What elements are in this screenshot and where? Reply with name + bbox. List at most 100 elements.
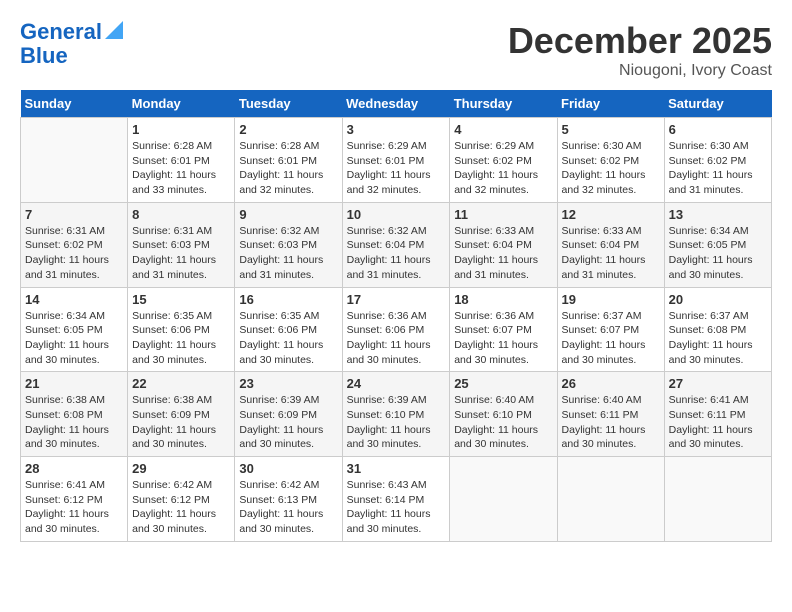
day-info: Sunrise: 6:36 AMSunset: 6:07 PMDaylight:…	[454, 309, 552, 368]
day-info: Sunrise: 6:29 AMSunset: 6:02 PMDaylight:…	[454, 139, 552, 198]
calendar-cell: 23 Sunrise: 6:39 AMSunset: 6:09 PMDayligh…	[235, 372, 342, 457]
day-number: 4	[454, 122, 552, 137]
day-number: 17	[347, 292, 446, 307]
calendar-cell: 27 Sunrise: 6:41 AMSunset: 6:11 PMDayligh…	[664, 372, 771, 457]
day-number: 23	[239, 376, 337, 391]
day-number: 13	[669, 207, 767, 222]
calendar-cell: 21Sunrise: 6:38 AMSunset: 6:08 PMDayligh…	[21, 372, 128, 457]
day-info: Sunrise: 6:28 AMSunset: 6:01 PMDaylight:…	[239, 139, 337, 198]
day-number: 6	[669, 122, 767, 137]
calendar-cell: 26 Sunrise: 6:40 AMSunset: 6:11 PMDayligh…	[557, 372, 664, 457]
day-info: Sunrise: 6:35 AMSunset: 6:06 PMDaylight:…	[239, 309, 337, 368]
calendar-cell: 14Sunrise: 6:34 AMSunset: 6:05 PMDayligh…	[21, 287, 128, 372]
calendar-cell: 1 Sunrise: 6:28 AMSunset: 6:01 PMDaylight…	[128, 118, 235, 203]
day-number: 3	[347, 122, 446, 137]
calendar-cell: 20Sunrise: 6:37 AMSunset: 6:08 PMDayligh…	[664, 287, 771, 372]
day-info: Sunrise: 6:28 AMSunset: 6:01 PMDaylight:…	[132, 139, 230, 198]
day-number: 24	[347, 376, 446, 391]
day-number: 1	[132, 122, 230, 137]
day-info: Sunrise: 6:31 AMSunset: 6:02 PMDaylight:…	[25, 224, 123, 283]
day-number: 11	[454, 207, 552, 222]
day-info: Sunrise: 6:34 AMSunset: 6:05 PMDaylight:…	[25, 309, 123, 368]
day-number: 16	[239, 292, 337, 307]
day-info: Sunrise: 6:32 AMSunset: 6:03 PMDaylight:…	[239, 224, 337, 283]
calendar-cell: 5 Sunrise: 6:30 AMSunset: 6:02 PMDaylight…	[557, 118, 664, 203]
calendar-cell: 11 Sunrise: 6:33 AMSunset: 6:04 PMDayligh…	[450, 202, 557, 287]
calendar-week-row: 28 Sunrise: 6:41 AMSunset: 6:12 PMDayligh…	[21, 457, 772, 542]
day-number: 5	[562, 122, 660, 137]
day-number: 21	[25, 376, 123, 391]
calendar-cell	[21, 118, 128, 203]
day-info: Sunrise: 6:33 AMSunset: 6:04 PMDaylight:…	[454, 224, 552, 283]
calendar-cell: 15 Sunrise: 6:35 AMSunset: 6:06 PMDayligh…	[128, 287, 235, 372]
day-info: Sunrise: 6:40 AMSunset: 6:10 PMDaylight:…	[454, 393, 552, 452]
calendar-header-thursday: Thursday	[450, 90, 557, 118]
day-number: 19	[562, 292, 660, 307]
day-number: 2	[239, 122, 337, 137]
calendar-week-row: 14Sunrise: 6:34 AMSunset: 6:05 PMDayligh…	[21, 287, 772, 372]
day-number: 30	[239, 461, 337, 476]
calendar-cell: 22Sunrise: 6:38 AMSunset: 6:09 PMDayligh…	[128, 372, 235, 457]
calendar-cell: 31 Sunrise: 6:43 AMSunset: 6:14 PMDayligh…	[342, 457, 450, 542]
day-info: Sunrise: 6:34 AMSunset: 6:05 PMDaylight:…	[669, 224, 767, 283]
calendar-header-friday: Friday	[557, 90, 664, 118]
logo-text-general: General	[20, 20, 102, 44]
day-info: Sunrise: 6:40 AMSunset: 6:11 PMDaylight:…	[562, 393, 660, 452]
calendar-cell: 3 Sunrise: 6:29 AMSunset: 6:01 PMDaylight…	[342, 118, 450, 203]
calendar-table: SundayMondayTuesdayWednesdayThursdayFrid…	[20, 90, 772, 542]
logo-text-blue: Blue	[20, 44, 68, 68]
day-info: Sunrise: 6:41 AMSunset: 6:12 PMDaylight:…	[25, 478, 123, 537]
calendar-cell: 9 Sunrise: 6:32 AMSunset: 6:03 PMDaylight…	[235, 202, 342, 287]
day-info: Sunrise: 6:33 AMSunset: 6:04 PMDaylight:…	[562, 224, 660, 283]
calendar-cell: 2 Sunrise: 6:28 AMSunset: 6:01 PMDaylight…	[235, 118, 342, 203]
calendar-cell: 30 Sunrise: 6:42 AMSunset: 6:13 PMDayligh…	[235, 457, 342, 542]
day-number: 7	[25, 207, 123, 222]
day-info: Sunrise: 6:36 AMSunset: 6:06 PMDaylight:…	[347, 309, 446, 368]
day-number: 15	[132, 292, 230, 307]
logo: General Blue	[20, 20, 123, 68]
calendar-cell: 13 Sunrise: 6:34 AMSunset: 6:05 PMDayligh…	[664, 202, 771, 287]
day-info: Sunrise: 6:41 AMSunset: 6:11 PMDaylight:…	[669, 393, 767, 452]
day-info: Sunrise: 6:29 AMSunset: 6:01 PMDaylight:…	[347, 139, 446, 198]
calendar-cell: 18 Sunrise: 6:36 AMSunset: 6:07 PMDayligh…	[450, 287, 557, 372]
calendar-cell: 19 Sunrise: 6:37 AMSunset: 6:07 PMDayligh…	[557, 287, 664, 372]
calendar-cell: 10Sunrise: 6:32 AMSunset: 6:04 PMDayligh…	[342, 202, 450, 287]
day-number: 9	[239, 207, 337, 222]
page-header: General Blue December 2025 Niougoni, Ivo…	[20, 20, 772, 80]
calendar-cell: 28 Sunrise: 6:41 AMSunset: 6:12 PMDayligh…	[21, 457, 128, 542]
calendar-cell: 6Sunrise: 6:30 AMSunset: 6:02 PMDaylight…	[664, 118, 771, 203]
day-number: 18	[454, 292, 552, 307]
location: Niougoni, Ivory Coast	[508, 62, 772, 80]
day-number: 29	[132, 461, 230, 476]
calendar-cell	[664, 457, 771, 542]
day-info: Sunrise: 6:42 AMSunset: 6:12 PMDaylight:…	[132, 478, 230, 537]
day-number: 25	[454, 376, 552, 391]
calendar-header-sunday: Sunday	[21, 90, 128, 118]
day-number: 26	[562, 376, 660, 391]
calendar-week-row: 7 Sunrise: 6:31 AMSunset: 6:02 PMDaylight…	[21, 202, 772, 287]
calendar-cell	[557, 457, 664, 542]
day-info: Sunrise: 6:30 AMSunset: 6:02 PMDaylight:…	[562, 139, 660, 198]
calendar-cell	[450, 457, 557, 542]
calendar-cell: 25 Sunrise: 6:40 AMSunset: 6:10 PMDayligh…	[450, 372, 557, 457]
calendar-header-saturday: Saturday	[664, 90, 771, 118]
day-info: Sunrise: 6:39 AMSunset: 6:09 PMDaylight:…	[239, 393, 337, 452]
day-number: 27	[669, 376, 767, 391]
day-info: Sunrise: 6:38 AMSunset: 6:09 PMDaylight:…	[132, 393, 230, 452]
calendar-cell: 12 Sunrise: 6:33 AMSunset: 6:04 PMDayligh…	[557, 202, 664, 287]
calendar-week-row: 1 Sunrise: 6:28 AMSunset: 6:01 PMDaylight…	[21, 118, 772, 203]
logo-bird-icon	[105, 21, 123, 39]
calendar-cell: 24Sunrise: 6:39 AMSunset: 6:10 PMDayligh…	[342, 372, 450, 457]
day-info: Sunrise: 6:31 AMSunset: 6:03 PMDaylight:…	[132, 224, 230, 283]
day-info: Sunrise: 6:35 AMSunset: 6:06 PMDaylight:…	[132, 309, 230, 368]
day-info: Sunrise: 6:37 AMSunset: 6:07 PMDaylight:…	[562, 309, 660, 368]
day-info: Sunrise: 6:43 AMSunset: 6:14 PMDaylight:…	[347, 478, 446, 537]
day-number: 12	[562, 207, 660, 222]
day-info: Sunrise: 6:42 AMSunset: 6:13 PMDaylight:…	[239, 478, 337, 537]
calendar-cell: 8 Sunrise: 6:31 AMSunset: 6:03 PMDaylight…	[128, 202, 235, 287]
day-number: 8	[132, 207, 230, 222]
day-number: 31	[347, 461, 446, 476]
day-number: 28	[25, 461, 123, 476]
calendar-body: 1 Sunrise: 6:28 AMSunset: 6:01 PMDaylight…	[21, 118, 772, 542]
title-area: December 2025 Niougoni, Ivory Coast	[508, 20, 772, 80]
